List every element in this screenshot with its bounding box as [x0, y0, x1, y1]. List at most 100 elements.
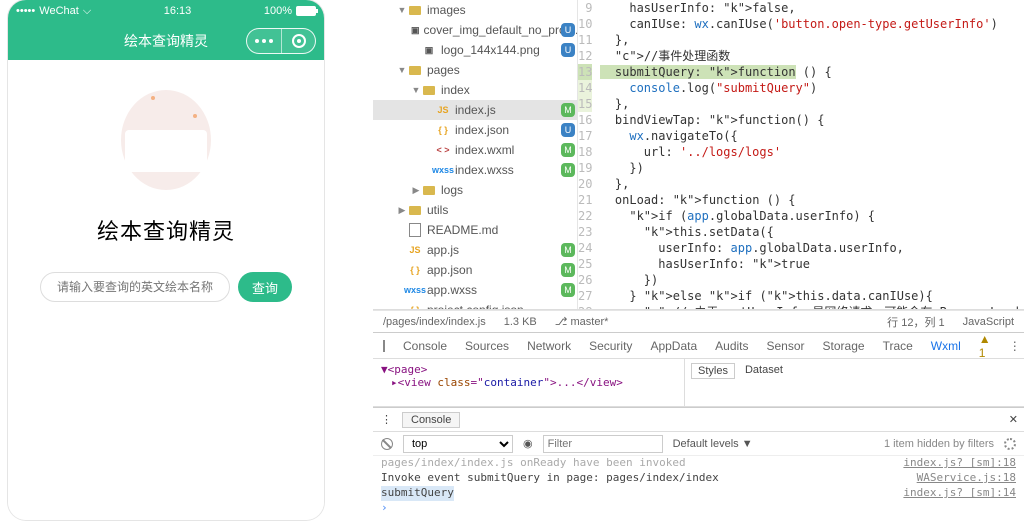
- folder-images[interactable]: ▼images: [373, 0, 577, 20]
- simulator: ••••• WeChat ⌵ 16:13 100% 绘本查询精灵 绘本查询精灵: [0, 0, 330, 527]
- tree-label: images: [427, 3, 466, 17]
- folder-icon: [407, 203, 423, 217]
- folder-utils[interactable]: ▶utils: [373, 200, 577, 220]
- devtools-tabs[interactable]: Console Sources Network Security AppData Audi…: [373, 333, 1024, 359]
- wxml-pane: ▼<page> ▸<view class="container">...</vi…: [373, 359, 1024, 407]
- tree-label: app.js: [427, 243, 459, 257]
- folder-index[interactable]: ▼index: [373, 80, 577, 100]
- devtab-audits[interactable]: Audits: [715, 339, 748, 353]
- file-index.js[interactable]: JS index.js M: [373, 100, 577, 120]
- editor-status-bar: /pages/index/index.js 1.3 KB ⎇ master* 行…: [373, 310, 1024, 332]
- status-time: 16:13: [164, 5, 192, 17]
- levels-select[interactable]: Default levels ▼: [673, 438, 753, 450]
- md-icon: [407, 223, 423, 237]
- folder-pages[interactable]: ▼pages: [373, 60, 577, 80]
- devtab-sensor[interactable]: Sensor: [767, 339, 805, 353]
- file-app.wxss[interactable]: wxssapp.wxssM: [373, 280, 577, 300]
- folder-icon: [407, 63, 423, 77]
- file-index.json[interactable]: { }index.jsonU: [373, 120, 577, 140]
- carrier-label: WeChat: [39, 5, 79, 17]
- file-project.config.json[interactable]: { }project.config.json: [373, 300, 577, 309]
- file-index.wxml[interactable]: < >index.wxmlM: [373, 140, 577, 160]
- file-tree[interactable]: ▼images▣cover_img_default_no_proj...U▣lo…: [373, 0, 578, 309]
- tree-label: logs: [441, 183, 463, 197]
- tree-label: README.md: [427, 223, 498, 237]
- mini-program-navbar: 绘本查询精灵: [8, 22, 324, 60]
- vcs-badge: M: [561, 163, 575, 177]
- wxml-icon: < >: [435, 143, 451, 157]
- devtab-storage[interactable]: Storage: [823, 339, 865, 353]
- inspect-icon[interactable]: [383, 340, 385, 352]
- search-input[interactable]: [40, 272, 230, 302]
- ide: ▼images▣cover_img_default_no_proj...U▣lo…: [373, 0, 1024, 527]
- devtools-more-icon[interactable]: ⋮: [1009, 339, 1021, 353]
- devtab-trace[interactable]: Trace: [883, 339, 913, 353]
- console-row[interactable]: pages/index/index.js onReady have been i…: [381, 456, 1016, 471]
- file-index.wxss[interactable]: wxssindex.wxssM: [373, 160, 577, 180]
- page-title: 绘本查询精灵: [8, 214, 324, 246]
- console-toolbar[interactable]: top ◉ Default levels ▼ 1 item hidden by …: [373, 432, 1024, 456]
- drawer-menu-icon[interactable]: ⋮: [381, 413, 392, 426]
- console-row[interactable]: Invoke event submitQuery in page: pages/…: [381, 471, 1016, 486]
- json-icon: { }: [407, 303, 423, 309]
- console-body[interactable]: pages/index/index.js onReady have been i…: [373, 456, 1024, 527]
- js-icon: JS: [407, 243, 423, 257]
- status-branch[interactable]: ⎇ master*: [555, 315, 609, 328]
- console-filter-input[interactable]: [543, 435, 663, 453]
- status-size: 1.3 KB: [504, 316, 537, 328]
- warning-badge[interactable]: ▲ 1: [979, 332, 991, 360]
- tree-label: index.wxss: [455, 163, 514, 177]
- devtab-console[interactable]: Console: [403, 339, 447, 353]
- code-editor[interactable]: 910111213141516171819202122232425262728 …: [578, 0, 1024, 309]
- folder-icon: [421, 183, 437, 197]
- json-icon: { }: [435, 123, 451, 137]
- vcs-badge: M: [561, 263, 575, 277]
- wxml-node[interactable]: <page>: [388, 363, 428, 376]
- drawer-tabs[interactable]: ⋮ Console ✕: [373, 408, 1024, 432]
- file-app.js[interactable]: JS app.js M: [373, 240, 577, 260]
- console-drawer: ⋮ Console ✕ top ◉ Default levels ▼ 1 ite…: [373, 407, 1024, 527]
- file-logo_144x144.png[interactable]: ▣logo_144x144.pngU: [373, 40, 577, 60]
- wxml-side-tabs[interactable]: Styles Dataset: [684, 359, 1024, 406]
- live-expr-icon[interactable]: ◉: [523, 437, 533, 450]
- code-area[interactable]: hasUserInfo: "k">false, canIUse: wx.canI…: [600, 0, 1024, 309]
- devtab-security[interactable]: Security: [589, 339, 632, 353]
- console-prompt[interactable]: ›: [381, 501, 1016, 516]
- tab-dataset[interactable]: Dataset: [739, 363, 789, 377]
- capsule[interactable]: [246, 28, 316, 54]
- vcs-badge: U: [561, 123, 575, 137]
- folder-icon: [407, 3, 423, 17]
- devtab-appdata[interactable]: AppData: [650, 339, 697, 353]
- tree-label: index.js: [455, 103, 496, 117]
- console-row[interactable]: submitQueryindex.js? [sm]:14: [381, 486, 1016, 501]
- js-icon: JS: [435, 103, 451, 117]
- file-README.md[interactable]: README.md: [373, 220, 577, 240]
- wxml-node[interactable]: <view: [398, 376, 431, 389]
- clear-console-icon[interactable]: [381, 438, 393, 450]
- search-row: 查询: [8, 272, 324, 302]
- capsule-close-icon[interactable]: [281, 29, 315, 53]
- drawer-close-icon[interactable]: ✕: [1009, 413, 1018, 426]
- search-button[interactable]: 查询: [238, 272, 292, 302]
- context-select[interactable]: top: [403, 435, 513, 453]
- capsule-menu-icon[interactable]: [247, 29, 281, 53]
- devtab-sources[interactable]: Sources: [465, 339, 509, 353]
- status-position: 行 12，列 1: [887, 314, 944, 330]
- status-lang: JavaScript: [963, 316, 1014, 328]
- vcs-badge: M: [561, 103, 575, 117]
- folder-logs[interactable]: ▶logs: [373, 180, 577, 200]
- tab-styles[interactable]: Styles: [691, 363, 735, 379]
- file-app.json[interactable]: { }app.jsonM: [373, 260, 577, 280]
- img-icon: ▣: [411, 23, 420, 37]
- drawer-tab-console[interactable]: Console: [402, 412, 460, 428]
- vcs-badge: M: [561, 243, 575, 257]
- wxml-tree[interactable]: ▼<page> ▸<view class="container">...</vi…: [373, 359, 684, 406]
- devtools: Console Sources Network Security AppData Audi…: [373, 332, 1024, 527]
- file-cover_img_default_no_proj...[interactable]: ▣cover_img_default_no_proj...U: [373, 20, 577, 40]
- devtab-network[interactable]: Network: [527, 339, 571, 353]
- battery-pct: 100%: [264, 5, 292, 17]
- folder-icon: [421, 83, 437, 97]
- status-path: /pages/index/index.js: [383, 316, 486, 328]
- devtab-wxml[interactable]: Wxml: [931, 339, 961, 353]
- console-settings-icon[interactable]: [1004, 438, 1016, 450]
